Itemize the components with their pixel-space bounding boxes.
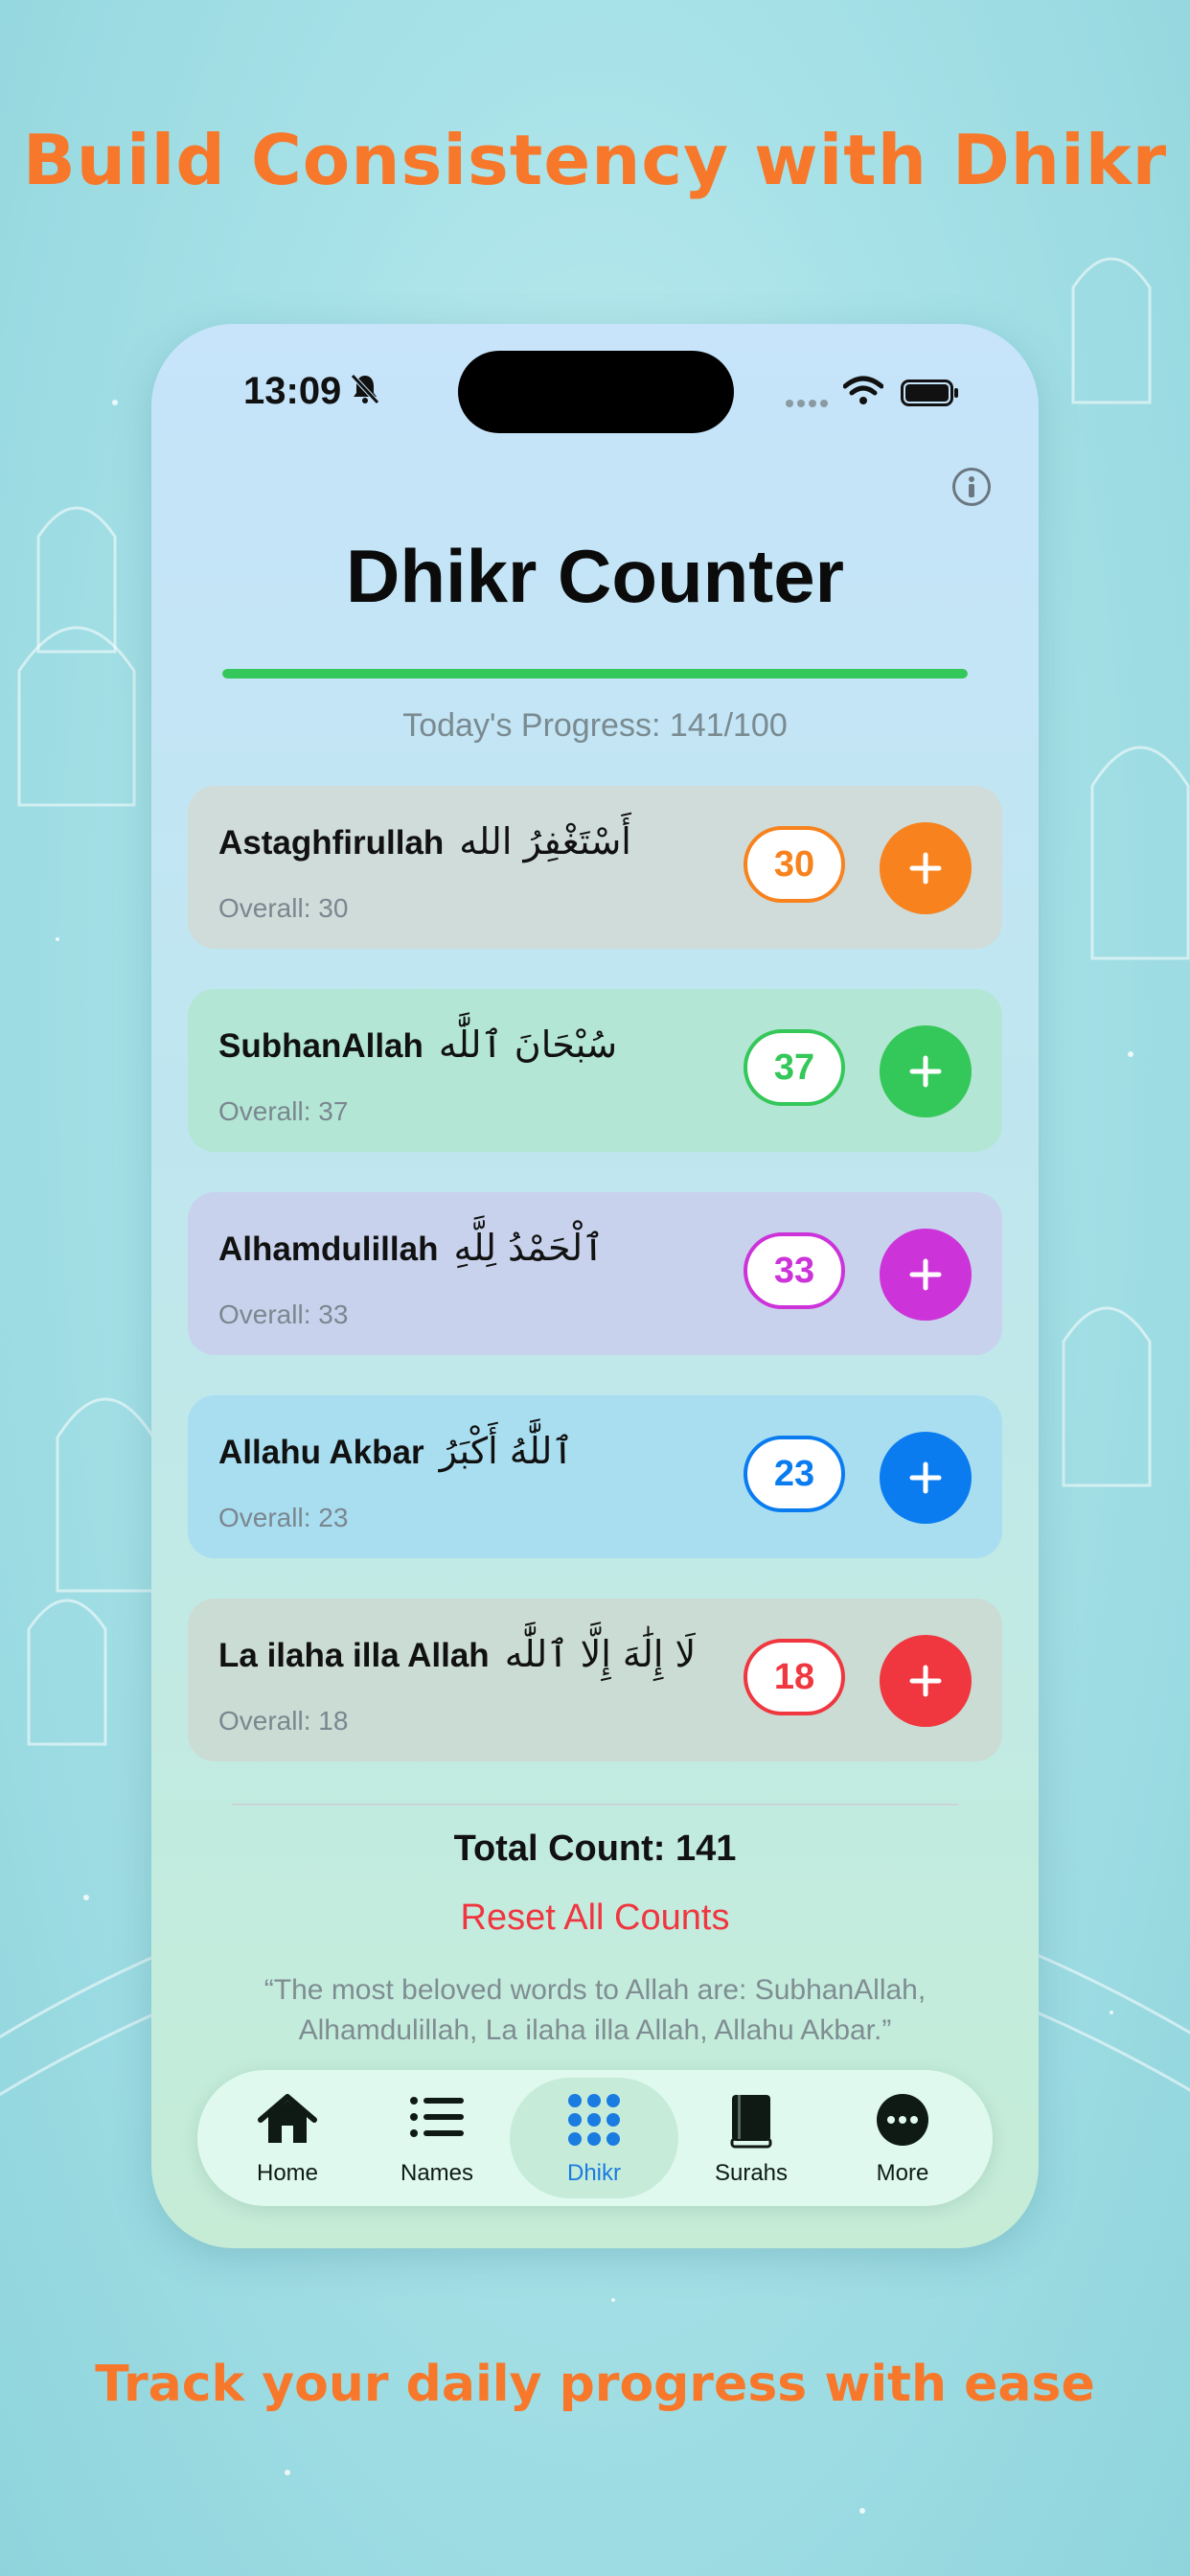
increment-button[interactable]: [880, 1635, 972, 1727]
increment-button[interactable]: [880, 1432, 972, 1524]
list-icon: [410, 2097, 464, 2137]
increment-button[interactable]: [880, 1025, 972, 1117]
overall-count: Overall: 18: [218, 1706, 349, 1736]
tab-surahs[interactable]: Surahs: [675, 2078, 828, 2198]
tab-home[interactable]: Home: [211, 2078, 364, 2198]
tab-label: More: [876, 2160, 929, 2186]
dynamic-island: [458, 351, 734, 433]
tab-dhikr[interactable]: Dhikr: [510, 2078, 678, 2198]
total-count: Total Count: 141: [453, 1828, 737, 1869]
tab-label: Surahs: [714, 2160, 789, 2186]
daily-progress-bar: [222, 669, 968, 678]
tab-more[interactable]: More: [826, 2078, 979, 2198]
overall-count: Overall: 23: [218, 1503, 349, 1532]
plus-icon: [909, 1055, 942, 1088]
info-icon[interactable]: [952, 468, 991, 506]
dhikr-name: Alhamdulillah: [218, 1230, 439, 1268]
ellipsis-circle-icon: [877, 2094, 928, 2146]
increment-button[interactable]: [880, 822, 972, 914]
tab-label: Home: [256, 2160, 319, 2186]
dhikr-arabic: سُبْحَانَ ٱللَّٰه: [438, 1024, 618, 1066]
battery-icon: [901, 380, 958, 406]
dhikr-card-subhanallah: SubhanAllah سُبْحَانَ ٱللَّٰه Overall: 37…: [188, 989, 1002, 1152]
progress-fill: [222, 669, 968, 678]
overall-count: Overall: 37: [218, 1096, 349, 1126]
quote-text: “The most beloved words to Allah are: Su…: [263, 1974, 927, 2046]
house-icon: [258, 2094, 317, 2143]
phone-screen: 13:09 Dhikr Counter Today's Progress: 14…: [151, 324, 1039, 2248]
count-badge: 37: [744, 1029, 845, 1106]
page-title: Dhikr Counter: [345, 534, 845, 618]
overall-count: Overall: 30: [218, 893, 349, 923]
promo-headline: Build Consistency with Dhikr: [22, 120, 1168, 200]
dhikr-card-la-ilaha-illa-allah: La ilaha illa Allah لَا إِلَٰهَ إِلَّا ٱل…: [188, 1598, 1002, 1761]
signal-icon: [786, 400, 828, 407]
dhikr-name: SubhanAllah: [218, 1027, 423, 1065]
increment-button[interactable]: [880, 1229, 972, 1321]
tab-label: Names: [400, 2160, 474, 2186]
plus-icon: [909, 1461, 942, 1494]
dhikr-arabic: ٱلْحَمْدُ لِلَّهِ: [453, 1227, 605, 1269]
wifi-icon: [843, 376, 883, 404]
bell-slash-icon: [351, 374, 379, 404]
plus-icon: [909, 1258, 942, 1291]
plus-icon: [909, 852, 942, 885]
dhikr-card-alhamdulillah: Alhamdulillah ٱلْحَمْدُ لِلَّهِ Overall: …: [188, 1192, 1002, 1355]
dhikr-name: La ilaha illa Allah: [218, 1637, 490, 1674]
promo-footline: Track your daily progress with ease: [95, 2356, 1095, 2413]
count-badge: 30: [744, 826, 845, 903]
plus-icon: [909, 1665, 942, 1697]
dhikr-arabic: أَسْتَغْفِرُ الله: [459, 820, 631, 862]
dhikr-name: Allahu Akbar: [218, 1434, 424, 1471]
dhikr-card-astaghfirullah: Astaghfirullah أَسْتَغْفِرُ الله Overall:…: [188, 786, 1002, 949]
dhikr-arabic: ٱللَّٰهُ أَكْبَرُ: [439, 1430, 574, 1472]
count-badge: 33: [744, 1232, 845, 1309]
reset-all-button[interactable]: Reset All Counts: [151, 1898, 1039, 1939]
tab-label: Dhikr: [566, 2160, 621, 2186]
count-badge: 23: [744, 1436, 845, 1512]
count-badge: 18: [744, 1639, 845, 1715]
book-icon: [730, 2095, 772, 2149]
dhikr-card-allahu-akbar: Allahu Akbar ٱللَّٰهُ أَكْبَرُ Overall: 2…: [188, 1395, 1002, 1558]
status-time: 13:09: [243, 370, 342, 412]
tab-names[interactable]: Names: [360, 2078, 514, 2198]
dhikr-arabic: لَا إِلَٰهَ إِلَّا ٱللَّٰه: [504, 1633, 697, 1675]
overall-count: Overall: 33: [218, 1300, 349, 1329]
divider: [232, 1804, 958, 1806]
grid-dots-icon: [568, 2094, 620, 2146]
progress-label: Today's Progress: 141/100: [402, 707, 788, 744]
dhikr-name: Astaghfirullah: [218, 824, 445, 862]
tab-bar: Home Names Dhikr Surahs More: [197, 2070, 993, 2206]
